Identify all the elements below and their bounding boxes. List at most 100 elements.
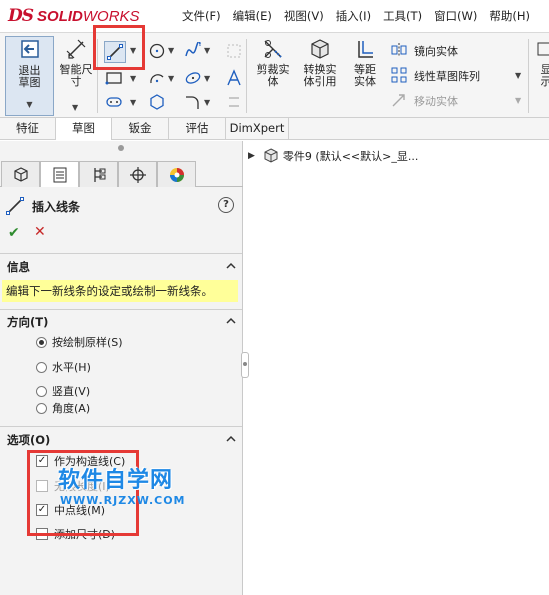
convert-label: 转换实体引用 <box>303 63 337 88</box>
menu-window[interactable]: 窗口(W) <box>428 8 483 24</box>
chevron-up-icon[interactable] <box>225 433 237 445</box>
radio-button[interactable] <box>36 336 47 348</box>
spline-tool-button[interactable] <box>183 42 203 60</box>
property-list-icon <box>53 167 66 182</box>
info-group-header[interactable]: 信息 <box>7 258 239 276</box>
panel-tabs <box>0 161 243 187</box>
display-relations-icon <box>533 36 549 62</box>
radio-label: 角度(A) <box>52 402 91 415</box>
mirror-entities-icon[interactable] <box>389 41 409 59</box>
move-dropdown-icon[interactable]: ▼ <box>515 96 521 105</box>
slot-icon <box>106 97 122 107</box>
panel-splitter-handle[interactable] <box>241 352 249 378</box>
tab-display-manager[interactable] <box>157 161 196 187</box>
menu-help[interactable]: 帮助(H) <box>483 8 536 24</box>
options-group-title: 选项(O) <box>7 433 51 447</box>
rectangle-icon <box>105 72 122 85</box>
linear-pattern-icon[interactable] <box>389 66 409 84</box>
offset-entities-button[interactable]: 等距实体 <box>343 36 387 96</box>
panel-grip-icon[interactable] <box>118 145 124 151</box>
ellipse-dropdown-icon[interactable]: ▼ <box>204 74 210 83</box>
info-group-title: 信息 <box>7 260 30 274</box>
display-relations-label: 显示 <box>540 63 549 88</box>
exit-sketch-button[interactable]: 退出草图 ▼ <box>5 36 54 116</box>
arc-tool-button[interactable] <box>147 69 167 87</box>
trim-icon <box>260 36 286 62</box>
rectangle-dropdown-icon[interactable]: ▼ <box>130 74 136 83</box>
circle-tool-button[interactable] <box>147 42 167 60</box>
slot-dropdown-icon[interactable]: ▼ <box>130 98 136 107</box>
options-highlight-box <box>27 450 139 536</box>
tab-feature-manager[interactable] <box>1 161 40 187</box>
spline-icon <box>185 42 201 57</box>
orientation-group-title: 方向(T) <box>7 315 49 329</box>
move-entities-icon[interactable] <box>389 91 409 109</box>
group-divider <box>0 253 242 254</box>
tab-evaluate[interactable]: 评估 <box>169 118 226 140</box>
text-dotted-button[interactable] <box>224 42 244 60</box>
tab-features[interactable]: 特征 <box>0 118 56 140</box>
tab-sheet-metal[interactable]: 钣金 <box>112 118 169 140</box>
help-icon[interactable]: ? <box>218 197 234 213</box>
fillet-dropdown-icon[interactable]: ▼ <box>204 98 210 107</box>
chevron-up-icon[interactable] <box>225 260 237 272</box>
feature-tree-icon <box>13 166 28 182</box>
ellipse-tool-button[interactable] <box>183 69 203 87</box>
chevron-up-icon[interactable] <box>225 315 237 327</box>
orientation-group-header[interactable]: 方向(T) <box>7 313 239 331</box>
part-icon <box>264 148 278 163</box>
radio-horizontal[interactable]: 水平(H) <box>36 359 91 375</box>
radio-as-sketched[interactable]: 按绘制原样(S) <box>36 334 123 350</box>
text-tool-button[interactable] <box>224 69 244 87</box>
radio-button[interactable] <box>36 361 47 373</box>
info-message: 编辑下一新线条的设定或绘制一新线条。 <box>2 280 238 302</box>
cancel-x-icon[interactable]: ✕ <box>34 224 46 240</box>
menu-file[interactable]: 文件(F) <box>176 8 227 24</box>
tab-configuration-manager[interactable] <box>79 161 118 187</box>
menu-view[interactable]: 视图(V) <box>278 8 330 24</box>
feature-tree-root[interactable]: ▶ 零件9 (默认<<默认>_显... <box>248 147 418 165</box>
group-divider <box>0 309 242 310</box>
display-relations-button[interactable]: 显示 <box>531 36 549 96</box>
slot-tool-button[interactable] <box>104 93 124 111</box>
fillet-tool-button[interactable] <box>183 93 203 111</box>
options-group-header[interactable]: 选项(O) <box>7 431 239 449</box>
property-manager-panel: 插入线条 ? ✔ ✕ 信息 编辑下一新线条的设定或绘制一新线条。 方向(T) 按… <box>0 141 243 595</box>
arc-dropdown-icon[interactable]: ▼ <box>168 74 174 83</box>
circle-dropdown-icon[interactable]: ▼ <box>168 46 174 55</box>
menu-tools[interactable]: 工具(T) <box>377 8 428 24</box>
tab-sketch[interactable]: 草图 <box>56 118 112 140</box>
rectangle-tool-button[interactable] <box>104 69 124 87</box>
ok-check-icon[interactable]: ✔ <box>8 225 20 241</box>
spline-dropdown-icon[interactable]: ▼ <box>204 46 210 55</box>
tab-dimxpert[interactable]: DimXpert <box>226 118 289 140</box>
tab-property-manager[interactable] <box>40 161 79 187</box>
menu-edit[interactable]: 编辑(E) <box>227 8 278 24</box>
toolbar-separator-2 <box>246 39 247 113</box>
command-tabs: 特征 草图 钣金 评估 DimXpert <box>0 118 549 140</box>
linear-pattern-button[interactable]: 线性草图阵列 <box>414 68 480 84</box>
polygon-tool-button[interactable] <box>147 93 167 111</box>
title-bar: DS SOLIDWORKS 文件(F) 编辑(E) 视图(V) 插入(I) 工具… <box>0 0 549 32</box>
mirror-entities-button[interactable]: 镜向实体 <box>414 43 458 59</box>
move-entities-button[interactable]: 移动实体 <box>414 93 458 109</box>
menu-bar: 文件(F) 编辑(E) 视图(V) 插入(I) 工具(T) 窗口(W) 帮助(H… <box>176 0 536 32</box>
smart-dimension-button[interactable]: 智能尺寸 ▼ <box>56 36 96 112</box>
plane-tool-button[interactable] <box>224 93 244 111</box>
radio-vertical[interactable]: 竖直(V) <box>36 383 90 399</box>
radio-angle[interactable]: 角度(A) <box>36 400 90 416</box>
configuration-icon <box>93 167 105 182</box>
trim-entities-button[interactable]: 剪裁实体 <box>250 36 296 96</box>
offset-label: 等距实体 <box>354 63 376 88</box>
radio-button[interactable] <box>36 402 47 414</box>
smart-dimension-dropdown-icon[interactable]: ▼ <box>72 102 78 114</box>
exit-sketch-dropdown-icon[interactable]: ▼ <box>6 99 53 111</box>
expand-arrow-icon[interactable]: ▶ <box>248 151 255 161</box>
menu-insert[interactable]: 插入(I) <box>330 8 377 24</box>
linear-pattern-dropdown-icon[interactable]: ▼ <box>515 71 521 80</box>
tab-dimxpert-manager[interactable] <box>118 161 157 187</box>
property-manager-header: 插入线条 ? <box>6 195 238 217</box>
convert-entities-button[interactable]: 转换实体引用 <box>297 36 343 96</box>
grid-dots-icon <box>227 44 241 58</box>
radio-button[interactable] <box>36 385 47 397</box>
